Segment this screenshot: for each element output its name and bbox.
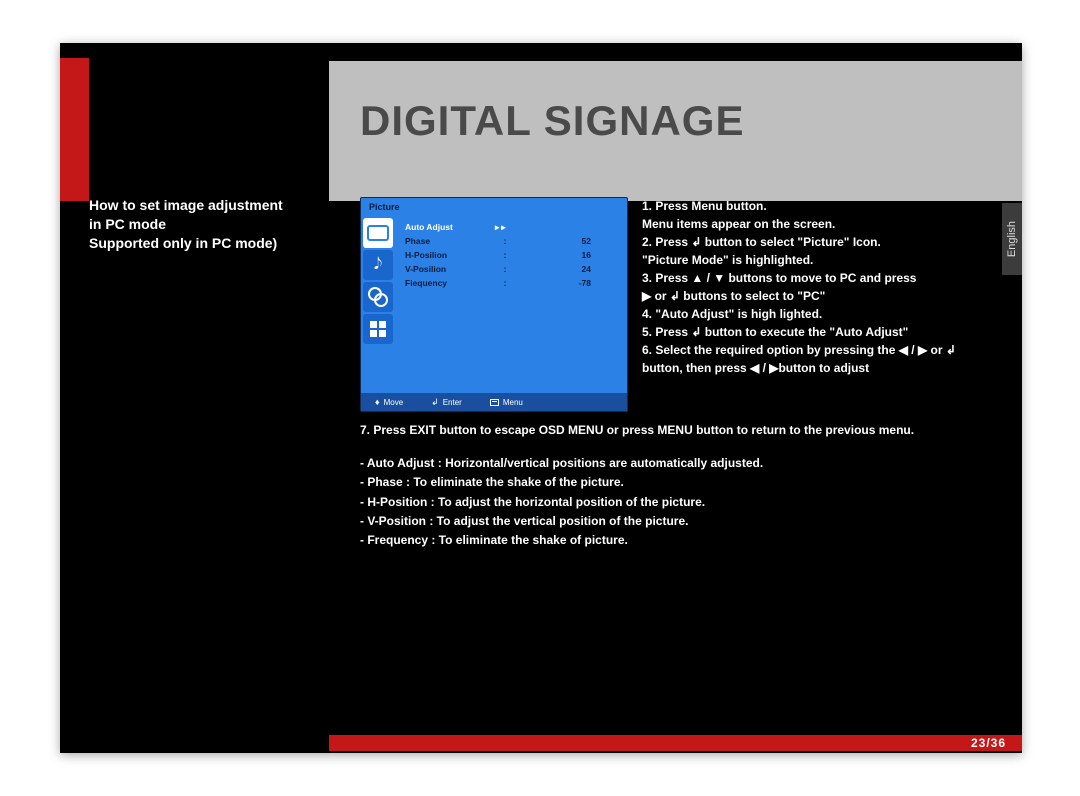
instruction-line: 7. Press EXIT button to escape OSD MENU … [360,421,1000,440]
osd-row-value: 16 [515,248,621,262]
osd-row-label: Auto Adjust [405,220,495,234]
language-tab: English [1002,203,1022,275]
footer-stripe [329,735,1022,751]
instruction-line: 2. Press ↲ button to select "Picture" Ic… [642,233,994,251]
osd-row-label: V-Posilion [405,262,495,276]
osd-row: Fiequency : -78 [405,276,621,290]
osd-screenshot: Picture 𝅘𝅥𝅮 Auto Adjust ▸▸ Phase : 52 [360,197,628,412]
osd-icon-strip: 𝅘𝅥𝅮 [361,216,395,393]
language-label: English [1006,221,1018,257]
instruction-line: 1. Press Menu button. [642,197,994,215]
osd-row: H-Posilion : 16 [405,248,621,262]
osd-row-arrows: ▸▸ [495,220,508,234]
osd-row-value: 52 [515,234,621,248]
osd-row-label: Fiequency [405,276,495,290]
instruction-line: "Picture Mode" is highlighted. [642,251,994,269]
osd-row: Phase : 52 [405,234,621,248]
instruction-steps: 1. Press Menu button. Menu items appear … [642,197,994,377]
osd-body: 𝅘𝅥𝅮 Auto Adjust ▸▸ Phase : 52 H-Posilion… [361,216,627,393]
osd-content: Auto Adjust ▸▸ Phase : 52 H-Posilion : 1… [395,216,627,393]
definition-line: - V-Position : To adjust the vertical po… [360,512,1000,531]
picture-icon [363,218,393,248]
osd-footer-menu: Menu [490,398,523,407]
instruction-line: button, then press ◀ / ▶button to adjust [642,359,994,377]
osd-row: Auto Adjust ▸▸ [405,220,621,234]
instruction-line: ▶ or ↲ buttons to select to "PC" [642,287,994,305]
instruction-line: 6. Select the required option by pressin… [642,341,994,359]
instruction-continuation: 7. Press EXIT button to escape OSD MENU … [360,421,1000,550]
osd-row-label: Phase [405,234,495,248]
instruction-line: 5. Press ↲ button to execute the "Auto A… [642,323,994,341]
osd-footer: ♦Move ↲Enter Menu [361,393,627,411]
osd-row-label: H-Posilion [405,248,495,262]
instruction-line: 4. "Auto Adjust" is high lighted. [642,305,994,323]
instruction-line: 3. Press ▲ / ▼ buttons to move to PC and… [642,269,994,287]
manual-page: DIGITAL SIGNAGE How to set image adjustm… [60,43,1022,753]
layout-icon [363,314,393,344]
osd-row-value: 24 [515,262,621,276]
page-number: 23/36 [971,735,1006,751]
definition-line: - Auto Adjust : Horizontal/vertical posi… [360,454,1000,473]
osd-row-value: -78 [515,276,621,290]
definition-line: - Frequency : To eliminate the shake of … [360,531,1000,550]
red-accent-stripe [60,58,89,201]
section-heading-line: Supported only in PC mode) [89,235,277,251]
definition-line: - Phase : To eliminate the shake of the … [360,473,1000,492]
osd-footer-enter: ↲Enter [431,397,462,408]
osd-row: V-Posilion : 24 [405,262,621,276]
settings-icon [363,282,393,312]
definition-line: - H-Position : To adjust the horizontal … [360,493,1000,512]
sound-icon: 𝅘𝅥𝅮 [363,250,393,280]
section-heading-line: in PC mode [89,216,166,232]
instruction-line: Menu items appear on the screen. [642,215,994,233]
section-heading-line: How to set image adjustment [89,197,283,213]
osd-menu-title: Picture [361,198,627,212]
section-heading: How to set image adjustment in PC mode S… [89,196,319,253]
osd-footer-move: ♦Move [375,397,403,407]
page-title: DIGITAL SIGNAGE [360,97,744,145]
